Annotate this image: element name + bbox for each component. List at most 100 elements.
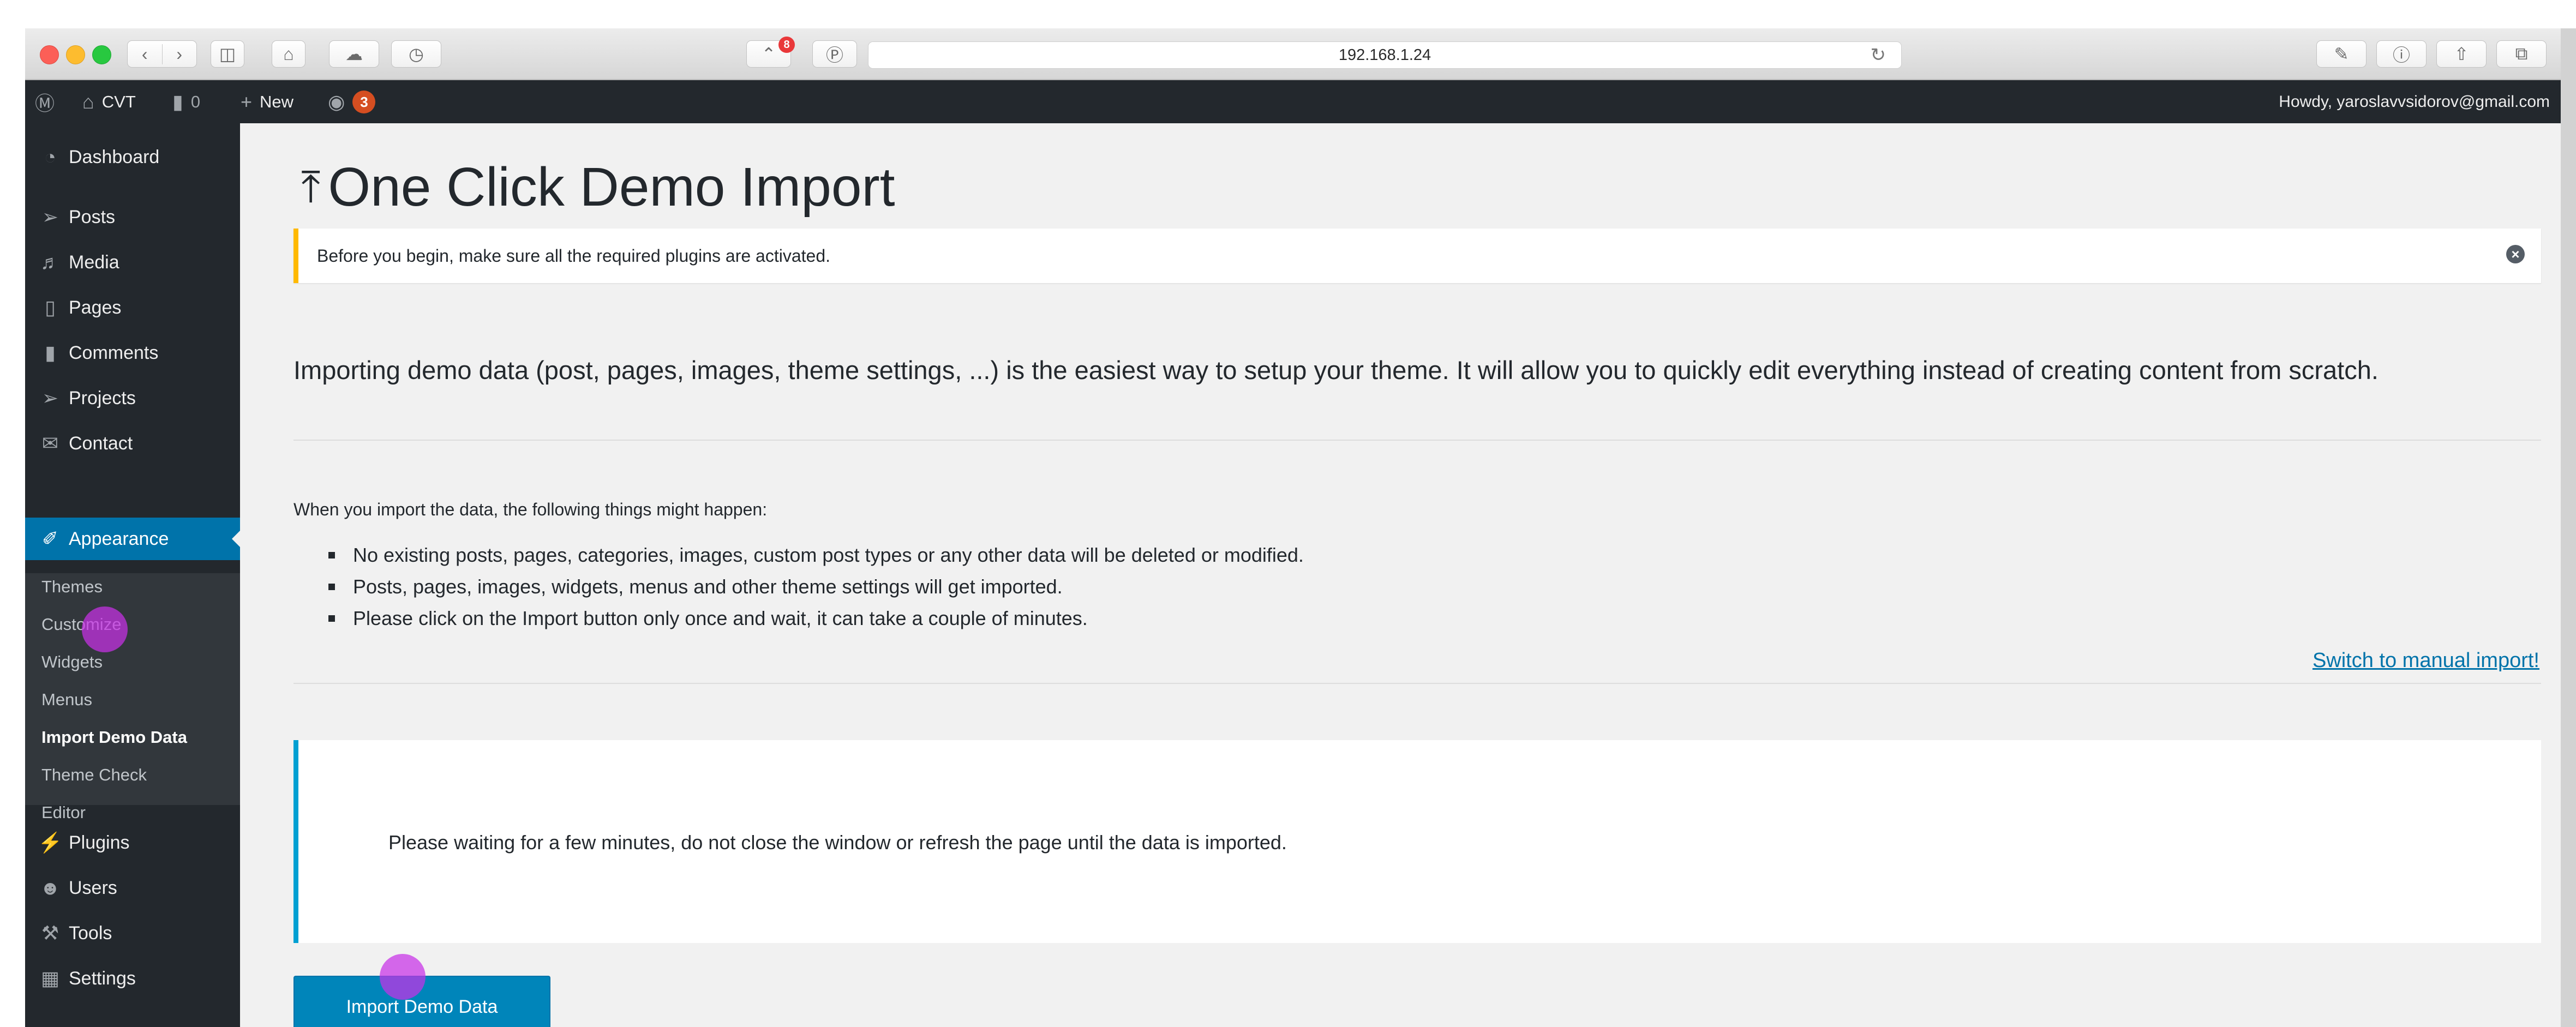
list-item: Posts, pages, images, widgets, menus and…	[328, 571, 1304, 603]
list-item: No existing posts, pages, categories, im…	[328, 539, 1304, 571]
browser-toolbar: ‹ › ◫ ⌂ ☁ ◷ ⌃ 8 Ⓟ 192.168.1.24 ↻ ✎ ⓘ ⇧ ⧉	[25, 28, 2576, 80]
sidebar-item-dashboard[interactable]: ◔ Dashboard	[25, 135, 240, 179]
sidebar-item-label: Posts	[69, 206, 116, 227]
main-content: ⤒ One Click Demo Import Before you begin…	[240, 123, 2576, 1027]
settings-icon: ▦	[40, 967, 59, 989]
submenu-theme-check[interactable]: Theme Check	[41, 765, 147, 785]
close-window-button[interactable]	[40, 45, 59, 64]
comment-icon: ▮	[172, 90, 183, 113]
pin-icon: ➢	[41, 387, 59, 409]
wp-admin-bar: Ⓜ ⌂ CVT ▮ 0 + New ◉ 3 Howdy, yaroslavvsi…	[25, 80, 2576, 123]
pin-icon: ➢	[41, 206, 59, 228]
sidebar-item-label: Settings	[69, 968, 136, 989]
yoast-icon: ◉	[328, 90, 345, 113]
comments-count: 0	[190, 92, 201, 111]
divider	[293, 440, 2541, 441]
pages-icon: ▯	[45, 296, 56, 319]
sidebar-item-label: Comments	[69, 342, 159, 363]
sidebar-item-appearance[interactable]: ✐ Appearance	[25, 518, 240, 560]
switch-to-manual-import-link[interactable]: Switch to manual import!	[2313, 649, 2539, 672]
sidebar-item-label: Plugins	[69, 832, 130, 853]
tabs-overview-icon[interactable]: ⧉	[2496, 40, 2547, 68]
sidebar-item-label: Dashboard	[69, 146, 160, 167]
plus-icon: +	[241, 90, 253, 113]
sidebar-item-label: Projects	[69, 387, 136, 409]
home-icon: ⌂	[82, 90, 94, 113]
sidebar-item-media[interactable]: ♬ Media	[25, 241, 240, 284]
mail-icon: ✉	[41, 432, 59, 454]
plugins-notice: Before you begin, make sure all the requ…	[293, 229, 2541, 283]
notice-text: Before you begin, make sure all the requ…	[317, 245, 830, 266]
info-icon[interactable]: ⓘ	[2376, 40, 2427, 68]
notes-icon[interactable]: ✎	[2316, 40, 2367, 68]
list-item: Please click on the Import button only o…	[328, 603, 1304, 634]
howdy-text: Howdy, yaroslavvsidorov@gmail.com	[2279, 92, 2550, 111]
pinterest-icon[interactable]: Ⓟ	[812, 40, 857, 68]
icloud-icon[interactable]: ☁	[329, 40, 379, 68]
sidebar-item-contact[interactable]: ✉ Contact	[25, 422, 240, 465]
back-icon[interactable]: ‹	[128, 44, 162, 64]
cursor-highlight	[82, 606, 128, 652]
cursor-highlight	[380, 954, 426, 1000]
sidebar-item-tools[interactable]: ⚒ Tools	[25, 911, 240, 955]
intro-text: Importing demo data (post, pages, images…	[293, 356, 2379, 385]
sidebar-item-label: Appearance	[69, 528, 169, 549]
yoast-count-badge: 3	[352, 90, 376, 113]
zoom-window-button[interactable]	[92, 45, 111, 64]
window-edge	[2561, 28, 2576, 1027]
minimize-window-button[interactable]	[66, 45, 85, 64]
site-name: CVT	[101, 92, 136, 111]
sidebar-item-pages[interactable]: ▯ Pages	[25, 286, 240, 329]
warnings-list: No existing posts, pages, categories, im…	[328, 539, 1304, 634]
submenu-import-demo-data[interactable]: Import Demo Data	[41, 728, 187, 747]
divider	[293, 683, 2541, 684]
page-title-text: One Click Demo Import	[328, 157, 895, 218]
extension-badge: 8	[778, 37, 795, 53]
new-content-link[interactable]: + New	[241, 80, 293, 123]
happen-label: When you import the data, the following …	[293, 500, 768, 519]
comment-icon: ▮	[45, 341, 56, 364]
sidebar-item-label: Tools	[69, 922, 112, 944]
sidebar-item-settings[interactable]: ▦ Settings	[25, 957, 240, 1000]
extension-icon[interactable]: ⌃ 8	[746, 37, 795, 68]
sidebar-item-label: Pages	[69, 297, 122, 318]
share-icon[interactable]: ⇧	[2436, 40, 2487, 68]
sidebar-item-comments[interactable]: ▮ Comments	[25, 331, 240, 375]
submenu-menus[interactable]: Menus	[41, 690, 92, 710]
brush-icon: ✐	[41, 527, 59, 550]
yoast-seo-menu[interactable]: ◉ 3	[328, 80, 376, 123]
import-button-label: Import Demo Data	[346, 996, 498, 1017]
history-icon[interactable]: ◷	[391, 40, 441, 68]
site-name-link[interactable]: ⌂ CVT	[82, 80, 136, 123]
url-text: 192.168.1.24	[1338, 46, 1431, 64]
home-icon[interactable]: ⌂	[272, 40, 305, 68]
submenu-editor[interactable]: Editor	[41, 803, 86, 822]
admin-sidebar: ◔ Dashboard ➢ Posts ♬ Media ▯ Pages ▮ Co…	[25, 123, 240, 1027]
sidebar-item-posts[interactable]: ➢ Posts	[25, 195, 240, 239]
appearance-submenu: Themes Customize Widgets Menus Import De…	[25, 573, 240, 822]
page-title: ⤒ One Click Demo Import	[301, 156, 895, 219]
nav-button-group: ‹ ›	[127, 40, 197, 68]
dashboard-icon: ◔	[44, 146, 56, 168]
submenu-widgets[interactable]: Widgets	[41, 652, 103, 672]
my-account-link[interactable]: Howdy, yaroslavvsidorov@gmail.com	[2279, 80, 2550, 123]
sidebar-item-label: Media	[69, 251, 119, 273]
forward-icon[interactable]: ›	[161, 44, 197, 64]
new-label: New	[260, 92, 294, 111]
sidebar-item-projects[interactable]: ➢ Projects	[25, 376, 240, 420]
user-icon: ☻	[40, 876, 61, 899]
sidebar-item-users[interactable]: ☻ Users	[25, 866, 240, 910]
sidebar-item-label: Users	[69, 877, 117, 898]
media-icon: ♬	[40, 251, 60, 273]
waiting-text: Please waiting for a few minutes, do not…	[388, 831, 1287, 854]
comments-link[interactable]: ▮ 0	[172, 80, 200, 123]
reload-icon[interactable]: ↻	[1871, 42, 1886, 68]
wrench-icon: ⚒	[41, 922, 59, 944]
address-bar[interactable]: 192.168.1.24 ↻	[868, 41, 1902, 69]
sidebar-item-plugins[interactable]: ⚡ Plugins	[25, 821, 240, 864]
dismiss-icon[interactable]: ×	[2506, 245, 2525, 263]
wp-logo-button[interactable]: Ⓜ	[35, 80, 55, 123]
submenu-themes[interactable]: Themes	[41, 577, 103, 597]
plugin-icon: ⚡	[38, 831, 63, 854]
sidebar-toggle-icon[interactable]: ◫	[211, 40, 244, 68]
